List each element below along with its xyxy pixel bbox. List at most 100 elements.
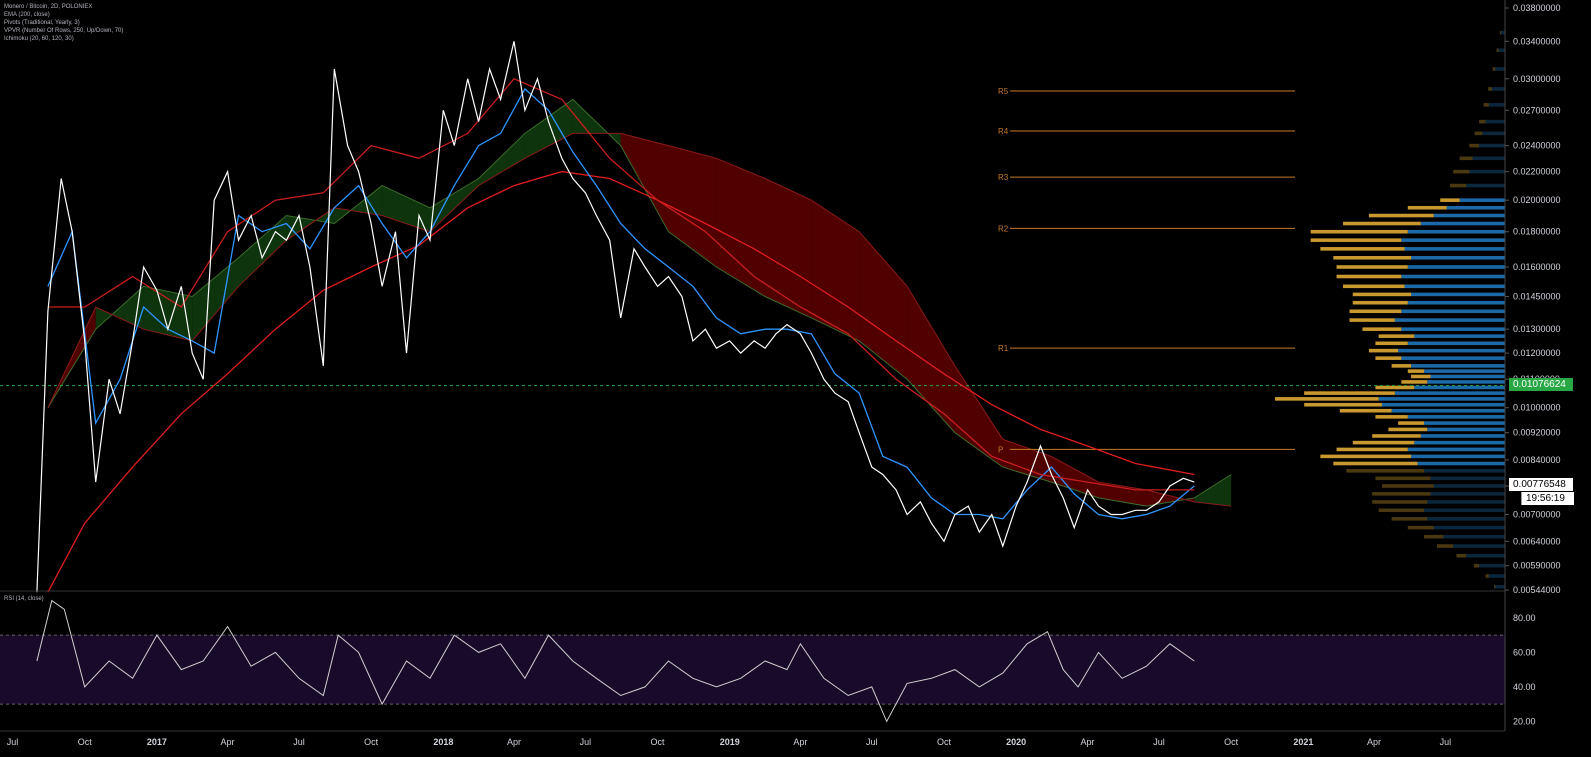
pivot-label-r3: R3 [998, 173, 1009, 182]
legend-vpvr: VPVR (Number Of Rows, 250, Up/Down, 70) [4, 28, 124, 34]
volume-profile-down-bar [1424, 534, 1444, 539]
volume-profile-up-bar [1411, 364, 1505, 368]
volume-profile-down-bar [1407, 525, 1434, 530]
y-tick-label: 0.00640000 [1513, 536, 1561, 546]
volume-profile-up-bar [1401, 309, 1505, 314]
volume-profile-up-bar [1482, 131, 1505, 136]
volume-profile-down-bar [1391, 517, 1428, 521]
volume-profile-up-bar [1427, 517, 1505, 521]
volume-profile-down-bar [1492, 67, 1496, 71]
volume-profile-down-bar [1456, 553, 1467, 558]
price-chart[interactable]: R5 R4 R3 R2 R1 P 0.03800000 0.03400000 0.0300000… [0, 0, 1591, 757]
volume-profile-up-bar [1407, 229, 1505, 234]
volume-profile-down-bar [1436, 544, 1454, 548]
volume-profile-up-bar [1407, 300, 1505, 305]
volume-profile-up-bar [1424, 469, 1505, 473]
volume-profile-up-bar [1404, 247, 1505, 251]
volume-profile-down-bar [1372, 492, 1431, 496]
y-tick-label: 0.00920000 [1513, 428, 1561, 438]
volume-profile-down-bar [1304, 391, 1395, 395]
volume-profile-up-bar [1401, 356, 1505, 360]
volume-profile-down-bar [1352, 300, 1408, 305]
volume-profile-up-bar [1427, 380, 1505, 384]
volume-profile-down-bar [1349, 309, 1402, 314]
x-tick-label: 2018 [433, 737, 453, 747]
volume-profile-down-bar [1375, 385, 1415, 390]
volume-profile-down-bar [1336, 265, 1408, 269]
x-tick-label: Apr [1081, 737, 1095, 747]
volume-profile-down-bar [1485, 574, 1489, 578]
last-price-tag: 0.00776548 [1509, 478, 1573, 491]
volume-profile-down-bar [1391, 364, 1412, 368]
y-tick-label: 0.01000000 [1513, 403, 1561, 413]
rsi-tick-label: 60.00 [1513, 647, 1536, 657]
volume-profile-down-bar [1375, 356, 1402, 360]
volume-profile-up-bar [1446, 205, 1505, 210]
volume-profile-up-bar [1407, 265, 1505, 269]
rsi-tick-label: 80.00 [1513, 613, 1536, 623]
volume-profile-down-bar [1333, 255, 1412, 260]
rsi-tick-label: 20.00 [1513, 716, 1536, 726]
x-tick-label: Jul [1440, 737, 1452, 747]
volume-profile-down-bar [1339, 408, 1392, 413]
volume-profile-up-bar [1485, 119, 1505, 124]
volume-profile-down-bar [1440, 198, 1460, 202]
horizontal-line-price-tag: 0.01076624 [1509, 378, 1573, 391]
volume-profile-up-bar [1466, 553, 1505, 558]
y-tick-label: 0.01800000 [1513, 227, 1561, 237]
volume-profile-down-bar [1459, 156, 1473, 161]
rsi-legend: RSI (14, close) [4, 596, 44, 602]
volume-profile-up-bar [1433, 525, 1505, 530]
volume-profile-up-bar [1488, 574, 1505, 578]
volume-profile-down-bar [1368, 348, 1399, 353]
x-tick-label: Jul [580, 737, 592, 747]
volume-profile-up-bar [1443, 534, 1505, 539]
y-tick-label: 0.02400000 [1513, 141, 1561, 151]
volume-profile-up-bar [1404, 284, 1505, 289]
volume-profile-down-bar [1310, 238, 1402, 242]
volume-profile-up-bar [1479, 143, 1505, 148]
volume-profile-up-bar [1472, 156, 1505, 161]
volume-profile-down-bar [1407, 369, 1425, 373]
volume-profile-up-bar [1414, 440, 1505, 445]
legend-ichimoku: Ichimoku (20, 60, 120, 30) [4, 36, 74, 42]
volume-profile-down-bar [1275, 397, 1379, 401]
volume-profile-down-bar [1304, 402, 1382, 407]
volume-profile-down-bar [1375, 341, 1408, 346]
x-tick-label: Oct [1224, 737, 1239, 747]
volume-profile-down-bar [1343, 221, 1421, 226]
x-tick-label: Jul [7, 737, 19, 747]
volume-profile-up-bar [1407, 415, 1505, 419]
volume-profile-up-bar [1420, 221, 1505, 226]
volume-profile-up-bar [1391, 408, 1505, 413]
y-tick-label: 0.00544000 [1513, 585, 1561, 595]
volume-profile-down-bar [1473, 563, 1480, 568]
volume-profile-up-bar [1427, 427, 1505, 432]
volume-profile-down-bar [1479, 119, 1486, 124]
x-tick-label: 2021 [1293, 737, 1313, 747]
pivot-label-r5: R5 [998, 87, 1009, 96]
volume-profile-up-bar [1488, 103, 1505, 107]
x-tick-label: 2017 [147, 737, 167, 747]
volume-profile-up-bar [1433, 484, 1505, 488]
y-tick-label: 0.03400000 [1513, 36, 1561, 46]
volume-profile-down-bar [1336, 447, 1408, 452]
volume-profile-up-bar [1414, 334, 1505, 338]
volume-profile-down-bar [1320, 247, 1405, 251]
volume-profile-up-bar [1398, 348, 1505, 353]
volume-profile-down-bar [1388, 427, 1428, 432]
y-tick-label: 0.00840000 [1513, 455, 1561, 465]
volume-profile-down-bar [1381, 484, 1434, 488]
y-tick-label: 0.01450000 [1513, 291, 1561, 301]
volume-profile-down-bar [1378, 508, 1425, 513]
volume-profile-up-bar [1411, 454, 1505, 459]
y-tick-label: 0.00590000 [1513, 561, 1561, 571]
volume-profile-down-bar [1375, 415, 1408, 419]
volume-profile-down-bar [1343, 284, 1405, 289]
pivot-label-r4: R4 [998, 127, 1009, 136]
volume-profile-down-bar [1346, 469, 1425, 473]
legend-symbol: Monero / Bitcoin, 2D, POLONIEX [4, 4, 93, 10]
y-tick-label: 0.03800000 [1513, 3, 1561, 13]
volume-profile-up-bar [1401, 238, 1505, 242]
volume-profile-up-bar [1411, 255, 1505, 260]
